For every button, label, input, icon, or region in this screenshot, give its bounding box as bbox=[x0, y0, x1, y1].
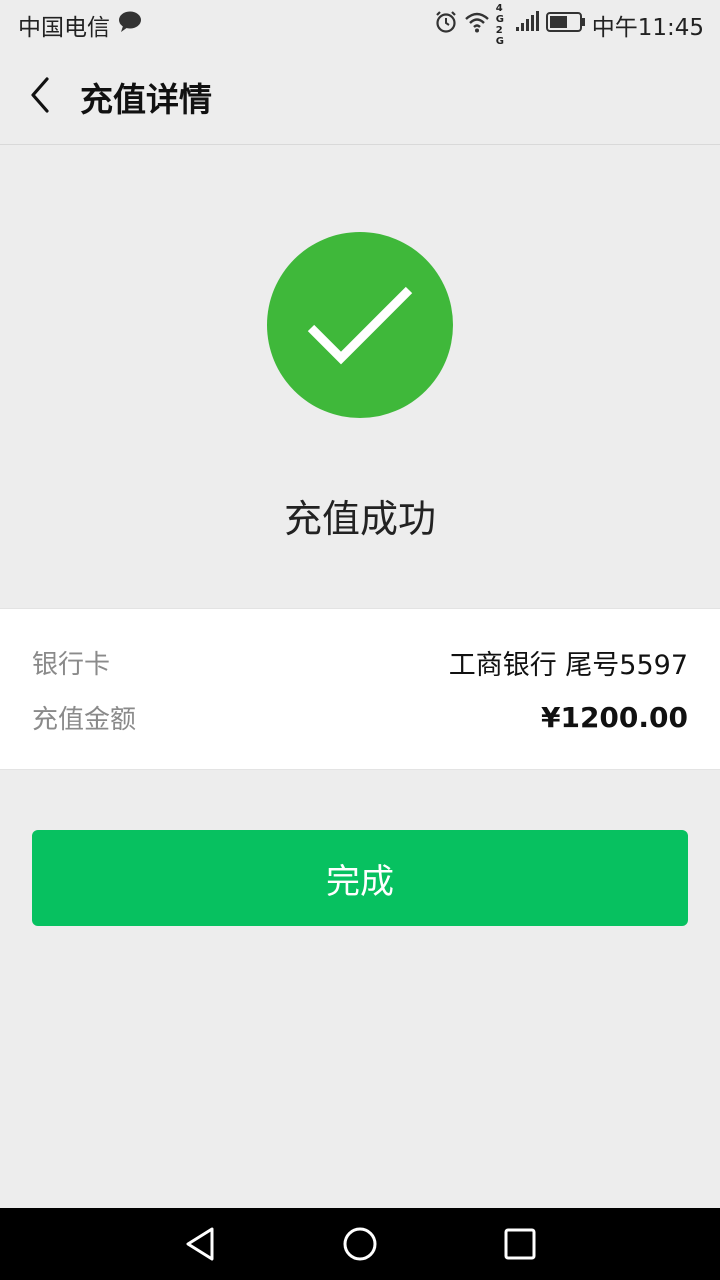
amount-row: 充值金额 ¥1200.00 bbox=[32, 699, 688, 736]
carrier-name: 中国电信 bbox=[18, 15, 110, 41]
done-button[interactable]: 完成 bbox=[32, 830, 688, 926]
wifi-icon bbox=[464, 11, 490, 39]
chat-bubble-icon bbox=[118, 11, 142, 39]
recharge-details: 银行卡 工商银行 尾号5597 充值金额 ¥1200.00 bbox=[0, 608, 720, 770]
status-bar-left: 中国电信 bbox=[18, 8, 142, 42]
clock: 中午11:45 bbox=[591, 15, 704, 41]
alarm-icon bbox=[434, 10, 458, 40]
battery-icon bbox=[545, 12, 586, 38]
bank-card-label: 银行卡 bbox=[32, 650, 111, 680]
recents-square-icon[interactable] bbox=[480, 1208, 560, 1280]
checkmark-circle-icon bbox=[267, 232, 453, 418]
page-title: 充值详情 bbox=[80, 80, 212, 119]
success-message: 充值成功 bbox=[283, 497, 436, 541]
bank-card-value: 工商银行 尾号5597 bbox=[448, 650, 688, 681]
status-bar-right: 4G 2G 中午11:45 bbox=[434, 3, 704, 47]
amount-value: ¥1200.00 bbox=[540, 701, 688, 734]
status-bar: 中国电信 4G 2G 中午11:45 bbox=[0, 0, 720, 50]
nav-bar: 充值详情 bbox=[0, 50, 720, 145]
chevron-left-icon bbox=[29, 77, 51, 117]
bank-card-row: 银行卡 工商银行 尾号5597 bbox=[32, 643, 688, 682]
back-button[interactable] bbox=[0, 50, 80, 145]
signal-icon bbox=[515, 10, 540, 40]
network-type-label: 4G 2G bbox=[495, 3, 504, 47]
home-circle-icon[interactable] bbox=[320, 1208, 400, 1280]
back-triangle-icon[interactable] bbox=[160, 1208, 240, 1280]
amount-label: 充值金额 bbox=[32, 705, 137, 735]
system-nav-bar bbox=[0, 1208, 720, 1280]
